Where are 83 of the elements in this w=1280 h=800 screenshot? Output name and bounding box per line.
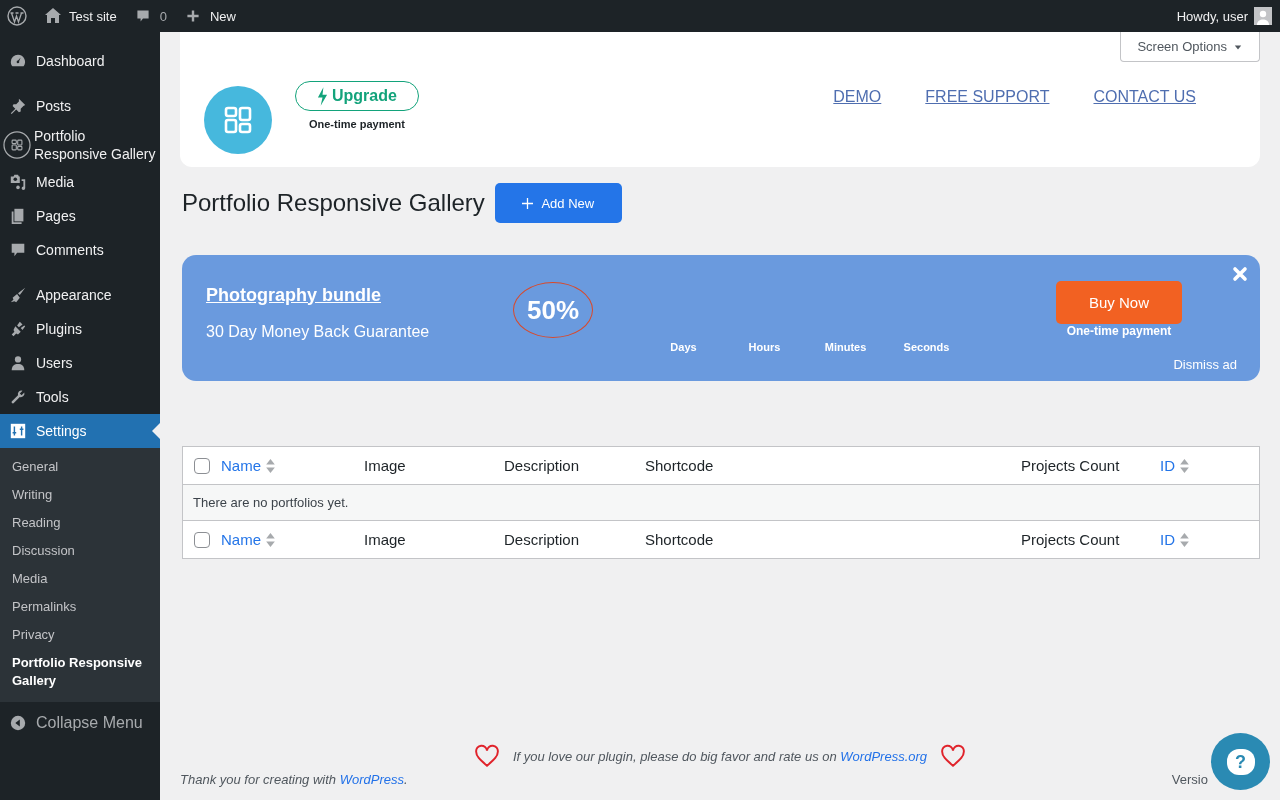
sort-arrows-icon xyxy=(266,532,275,547)
nav-link[interactable]: DEMO xyxy=(833,88,882,106)
column-header: Image xyxy=(364,457,406,474)
comments-link[interactable]: 0 xyxy=(134,0,176,32)
menu-item[interactable]: Media xyxy=(0,165,160,199)
column-header: Projects Count xyxy=(1021,531,1120,548)
submenu-item[interactable]: Discussion xyxy=(0,537,160,565)
heart-icon xyxy=(473,743,500,769)
submenu-item[interactable]: Permalinks xyxy=(0,593,160,621)
site-name-link[interactable]: Test site xyxy=(43,0,126,32)
collapse-menu-button[interactable]: Collapse Menu xyxy=(0,704,160,742)
column-header: Projects Count xyxy=(1021,457,1120,474)
countdown-label: Hours xyxy=(747,341,782,353)
column-header: Description xyxy=(504,457,580,474)
menu-item[interactable]: Comments xyxy=(0,233,160,267)
submenu-item[interactable]: Reading xyxy=(0,509,160,537)
sort-arrows-icon xyxy=(266,458,275,473)
person-icon xyxy=(9,354,27,372)
nav-link[interactable]: FREE SUPPORT xyxy=(925,88,1050,106)
wordpress-link[interactable]: WordPress xyxy=(339,772,404,787)
nav-link[interactable]: CONTACT US xyxy=(1093,88,1196,106)
empty-message: There are no portfolios yet. xyxy=(193,495,349,510)
payment-note: One-time payment xyxy=(1066,323,1172,338)
column-sort-link[interactable]: Name xyxy=(221,457,275,474)
rating-text: If you love our plugin, please do big favor and rate us on WordPress.org xyxy=(512,748,928,764)
thanks-text: Thank you for creating with WordPress. xyxy=(180,772,408,787)
plus-icon xyxy=(184,8,201,24)
menu-item[interactable]: Settings xyxy=(0,414,160,448)
countdown-label: Seconds xyxy=(902,341,951,353)
wrench-icon xyxy=(9,388,27,406)
column-sort-link[interactable]: ID xyxy=(1160,457,1189,474)
submenu-item[interactable]: Portfolio Responsive Gallery xyxy=(0,649,160,695)
account-link[interactable]: Howdy, user xyxy=(1176,0,1272,32)
menu-item[interactable]: Dashboard xyxy=(0,44,160,78)
wordpress-logo-icon[interactable] xyxy=(7,6,27,26)
sliders-icon xyxy=(9,422,27,440)
menu-item[interactable]: Portfolio Responsive Gallery xyxy=(0,124,160,165)
plus-icon xyxy=(522,197,534,209)
countdown-label: Minutes xyxy=(823,341,868,353)
caret-icon xyxy=(1233,42,1243,51)
menu-item[interactable]: Tools xyxy=(0,380,160,414)
heart-icon xyxy=(940,743,967,769)
pin-icon xyxy=(9,97,27,115)
new-content-link[interactable]: New xyxy=(184,0,245,32)
home-icon xyxy=(43,6,63,26)
camera-music-icon xyxy=(9,173,27,191)
column-header: Shortcode xyxy=(645,457,714,474)
column-sort-link[interactable]: ID xyxy=(1160,531,1189,548)
select-all-checkbox[interactable] xyxy=(194,531,210,548)
menu-item[interactable]: Posts xyxy=(0,89,160,123)
wordpress-org-link[interactable]: WordPress.org xyxy=(840,748,928,764)
submenu-item[interactable]: Media xyxy=(0,565,160,593)
menu-item[interactable]: Users xyxy=(0,346,160,380)
countdown-label: Days xyxy=(669,341,698,353)
page-title: Portfolio Responsive Gallery xyxy=(182,189,485,217)
column-header: Image xyxy=(364,531,406,548)
submenu-item[interactable]: General xyxy=(0,453,160,481)
screen-options-button[interactable]: Screen Options xyxy=(1120,32,1260,62)
sort-arrows-icon xyxy=(1180,532,1189,547)
lightning-icon xyxy=(317,86,328,106)
close-icon[interactable] xyxy=(1232,266,1248,282)
submenu-item[interactable]: Writing xyxy=(0,481,160,509)
arrow-circle-icon xyxy=(9,714,27,732)
submenu-item[interactable]: Privacy xyxy=(0,621,160,649)
menu-item[interactable]: Appearance xyxy=(0,278,160,312)
column-header: Shortcode xyxy=(645,531,714,548)
plug-icon xyxy=(9,320,27,338)
payment-note: One-time payment xyxy=(308,118,405,130)
column-header: Description xyxy=(504,531,580,548)
add-new-button[interactable]: Add New xyxy=(494,183,622,223)
menu-item[interactable]: Plugins xyxy=(0,312,160,346)
sort-arrows-icon xyxy=(1180,458,1189,473)
avatar-icon xyxy=(1254,7,1272,25)
plugin-logo-icon xyxy=(204,86,272,154)
menu-item[interactable]: Pages xyxy=(0,199,160,233)
speech-bubble-icon xyxy=(9,241,27,259)
promo-subtitle: 30 Day Money Back Guarantee xyxy=(206,322,431,341)
brush-icon xyxy=(9,286,27,304)
column-sort-link[interactable]: Name xyxy=(221,531,275,548)
select-all-checkbox[interactable] xyxy=(194,457,210,474)
help-button[interactable]: ? xyxy=(1211,733,1270,790)
grid-icon xyxy=(3,130,31,159)
version-text: Versio xyxy=(1171,772,1208,787)
